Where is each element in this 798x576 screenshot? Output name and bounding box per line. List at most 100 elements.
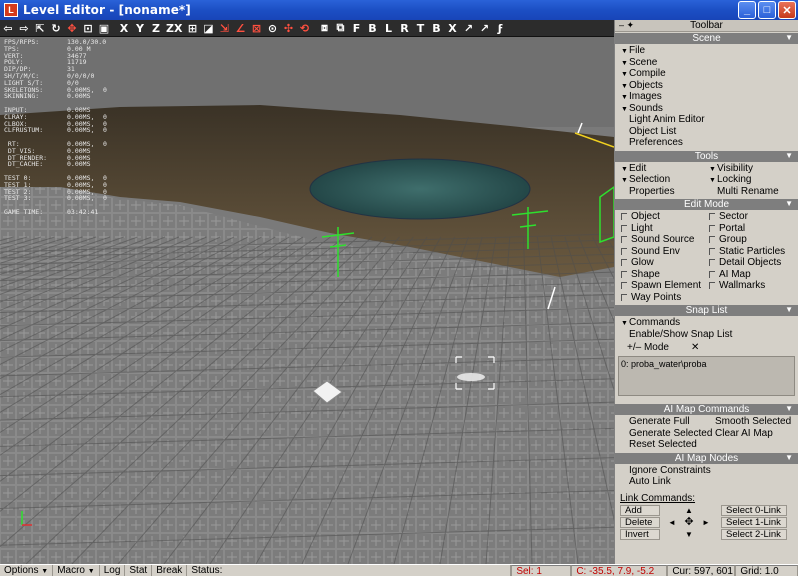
edit-mode-ai-map[interactable]: AI Map bbox=[709, 269, 797, 281]
arrow-right-icon[interactable]: ⇨ bbox=[16, 20, 32, 36]
edit-mode-spawn-element[interactable]: Spawn Element bbox=[621, 280, 709, 292]
move-icon[interactable]: ✥ bbox=[64, 20, 80, 36]
arrow-left-icon[interactable]: ⇦ bbox=[0, 20, 16, 36]
auto-link-button[interactable]: Auto Link bbox=[621, 476, 798, 488]
view-back-button[interactable]: B bbox=[364, 20, 380, 36]
clear-ai-map-button[interactable]: Clear AI Map bbox=[709, 428, 797, 440]
edit-mode-section-header[interactable]: Edit Mode ▼ bbox=[615, 199, 798, 210]
multi-rename-button[interactable]: Multi Rename bbox=[709, 186, 797, 198]
snap-move-icon[interactable]: ⇲ bbox=[216, 20, 232, 36]
3d-viewport[interactable]: FPS/RFPS: 130.0/30.0 TPS: 0.00 M VERT: 34677 P… bbox=[0, 37, 614, 564]
view-front-button[interactable]: F bbox=[348, 20, 364, 36]
snap-angle-icon[interactable]: ∠ bbox=[232, 20, 248, 36]
menu-sounds[interactable]: ▼Sounds bbox=[621, 103, 798, 115]
break-button[interactable]: Break bbox=[152, 564, 188, 576]
edit-mode-group[interactable]: Group bbox=[709, 234, 797, 246]
reset-selected-button[interactable]: Reset Selected bbox=[621, 439, 709, 451]
edit-mode-way-points[interactable]: Way Points bbox=[621, 292, 709, 304]
snap-rotate-icon[interactable]: ⟲ bbox=[296, 20, 312, 36]
menu-images[interactable]: ▼Images bbox=[621, 91, 798, 103]
smooth-selected-button[interactable]: Smooth Selected bbox=[709, 416, 797, 428]
view-top-button[interactable]: T bbox=[412, 20, 428, 36]
collapse-icon[interactable]: ▼ bbox=[785, 33, 793, 42]
axis-x-button[interactable]: X bbox=[116, 20, 132, 36]
collapse-icon[interactable]: ▼ bbox=[785, 151, 793, 160]
menu-file[interactable]: ▼File bbox=[621, 45, 798, 57]
axis-y-button[interactable]: Y bbox=[132, 20, 148, 36]
link-left-icon[interactable]: ◄ bbox=[665, 517, 679, 528]
axis-zx-button[interactable]: ZX bbox=[164, 20, 184, 36]
ai-map-commands-header[interactable]: AI Map Commands ▼ bbox=[615, 404, 798, 415]
edit-mode-sound-env[interactable]: Sound Env bbox=[621, 246, 709, 258]
edit-mode-portal[interactable]: Portal bbox=[709, 223, 797, 235]
scene-section-header[interactable]: Scene ▼ bbox=[615, 33, 798, 44]
zoom-extents-icon[interactable]: ⧈ bbox=[316, 20, 332, 36]
menu-commands[interactable]: ▼Commands bbox=[621, 317, 798, 329]
macro-menu[interactable]: Macro ▼ bbox=[53, 564, 100, 576]
edit-mode-shape[interactable]: Shape bbox=[621, 269, 709, 281]
select-0-link-button[interactable]: Select 0-Link bbox=[721, 504, 787, 516]
snap-list-section-header[interactable]: Snap List ▼ bbox=[615, 305, 798, 316]
stat-button[interactable]: Stat bbox=[125, 564, 153, 576]
collapse-icon[interactable]: ▼ bbox=[785, 305, 793, 314]
menu-objects[interactable]: ▼Objects bbox=[621, 80, 798, 92]
view-bottom-button[interactable]: B bbox=[428, 20, 444, 36]
list-item[interactable]: 0: proba_water\proba bbox=[621, 359, 792, 369]
snap-normal-icon[interactable]: ✣ bbox=[280, 20, 296, 36]
snap-object-icon[interactable]: ◪ bbox=[200, 20, 216, 36]
properties-button[interactable]: Properties bbox=[621, 186, 709, 198]
view-right-button[interactable]: R bbox=[396, 20, 412, 36]
menu-visibility[interactable]: ▼Visibility bbox=[709, 163, 797, 175]
select-icon[interactable]: ⇱ bbox=[32, 20, 48, 36]
menu-edit[interactable]: ▼Edit bbox=[621, 163, 709, 175]
camera-planar-icon[interactable]: ↗ bbox=[460, 20, 476, 36]
generate-full-button[interactable]: Generate Full bbox=[621, 416, 709, 428]
ignore-constraints-button[interactable]: Ignore Constraints bbox=[621, 465, 798, 477]
maximize-button[interactable]: □ bbox=[758, 1, 776, 19]
rotate-icon[interactable]: ↻ bbox=[48, 20, 64, 36]
edit-mode-wallmarks[interactable]: Wallmarks bbox=[709, 280, 797, 292]
scale-icon[interactable]: ⊡ bbox=[80, 20, 96, 36]
generate-selected-button[interactable]: Generate Selected bbox=[621, 428, 712, 440]
edit-mode-glow[interactable]: Glow bbox=[621, 257, 709, 269]
link-center-icon[interactable]: ✥ bbox=[682, 516, 696, 528]
enable-snap-list-button[interactable]: Enable/Show Snap List bbox=[621, 329, 798, 341]
zoom-selected-icon[interactable]: ⧉ bbox=[332, 20, 348, 36]
snap-list-box[interactable]: 0: proba_water\proba bbox=[618, 356, 795, 396]
menu-scene[interactable]: ▼Scene bbox=[621, 57, 798, 69]
collapse-icon[interactable]: ▼ bbox=[785, 453, 793, 462]
log-button[interactable]: Log bbox=[100, 564, 126, 576]
edit-mode-sound-source[interactable]: Sound Source bbox=[621, 234, 709, 246]
collapse-icon[interactable]: ▼ bbox=[785, 404, 793, 413]
edit-mode-sector[interactable]: Sector bbox=[709, 211, 797, 223]
snap-grid-icon[interactable]: ⊞ bbox=[184, 20, 200, 36]
tools-section-header[interactable]: Tools ▼ bbox=[615, 150, 798, 162]
minimize-button[interactable]: _ bbox=[738, 1, 756, 19]
snap-vertex-icon[interactable]: ⊙ bbox=[264, 20, 280, 36]
preferences-button[interactable]: Preferences bbox=[621, 137, 798, 149]
link-up-icon[interactable]: ▲ bbox=[682, 505, 696, 516]
menu-locking[interactable]: ▼Locking bbox=[709, 174, 797, 186]
view-left-button[interactable]: L bbox=[380, 20, 396, 36]
select-2-link-button[interactable]: Select 2-Link bbox=[721, 528, 787, 540]
snap-scale-icon[interactable]: ⊠ bbox=[248, 20, 264, 36]
edit-mode-object[interactable]: Object bbox=[621, 211, 709, 223]
options-menu[interactable]: Options ▼ bbox=[0, 564, 54, 576]
edit-mode-static-particles[interactable]: Static Particles bbox=[709, 246, 797, 258]
menu-selection[interactable]: ▼Selection bbox=[621, 174, 709, 186]
close-button[interactable]: ✕ bbox=[778, 1, 796, 19]
snap-clear-icon[interactable]: ✕ bbox=[691, 342, 699, 353]
light-anim-editor-button[interactable]: Light Anim Editor bbox=[621, 114, 798, 126]
camera-free-icon[interactable]: ↗ bbox=[476, 20, 492, 36]
link-right-icon[interactable]: ► bbox=[699, 517, 713, 528]
ai-map-nodes-header[interactable]: AI Map Nodes ▼ bbox=[615, 452, 798, 464]
camera-fly-icon[interactable]: ϝ bbox=[492, 20, 508, 36]
link-invert-button[interactable]: Invert bbox=[620, 528, 660, 540]
select-1-link-button[interactable]: Select 1-Link bbox=[721, 516, 787, 528]
box-icon[interactable]: ▣ bbox=[96, 20, 112, 36]
link-delete-button[interactable]: Delete bbox=[620, 516, 660, 528]
menu-compile[interactable]: ▼Compile bbox=[621, 68, 798, 80]
link-down-icon[interactable]: ▼ bbox=[682, 529, 696, 540]
edit-mode-light[interactable]: Light bbox=[621, 223, 709, 235]
collapse-icon[interactable]: ▼ bbox=[785, 199, 793, 208]
